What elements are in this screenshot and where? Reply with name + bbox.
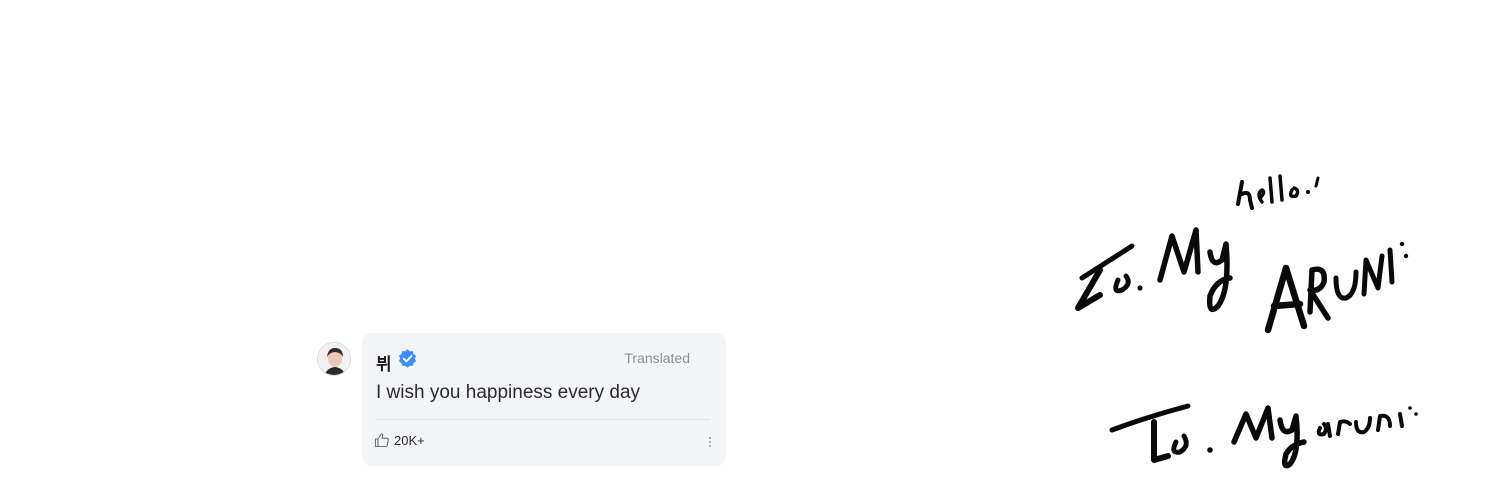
handwritten-signature — [1075, 174, 1418, 469]
thumbs-up-icon — [374, 433, 389, 448]
translated-label[interactable]: Translated — [624, 350, 690, 366]
like-count: 20K+ — [394, 432, 425, 448]
avatar[interactable] — [317, 342, 351, 376]
verified-badge-icon — [398, 349, 417, 368]
comment-card: 뷔 Translated I wish you happiness every … — [362, 333, 726, 466]
comment-text: I wish you happiness every day — [376, 382, 641, 403]
more-vertical-icon[interactable] — [706, 434, 714, 450]
avatar-image — [318, 343, 350, 375]
username[interactable]: 뷔 — [376, 350, 392, 375]
divider — [376, 419, 710, 420]
like-button[interactable]: 20K+ — [374, 432, 425, 448]
